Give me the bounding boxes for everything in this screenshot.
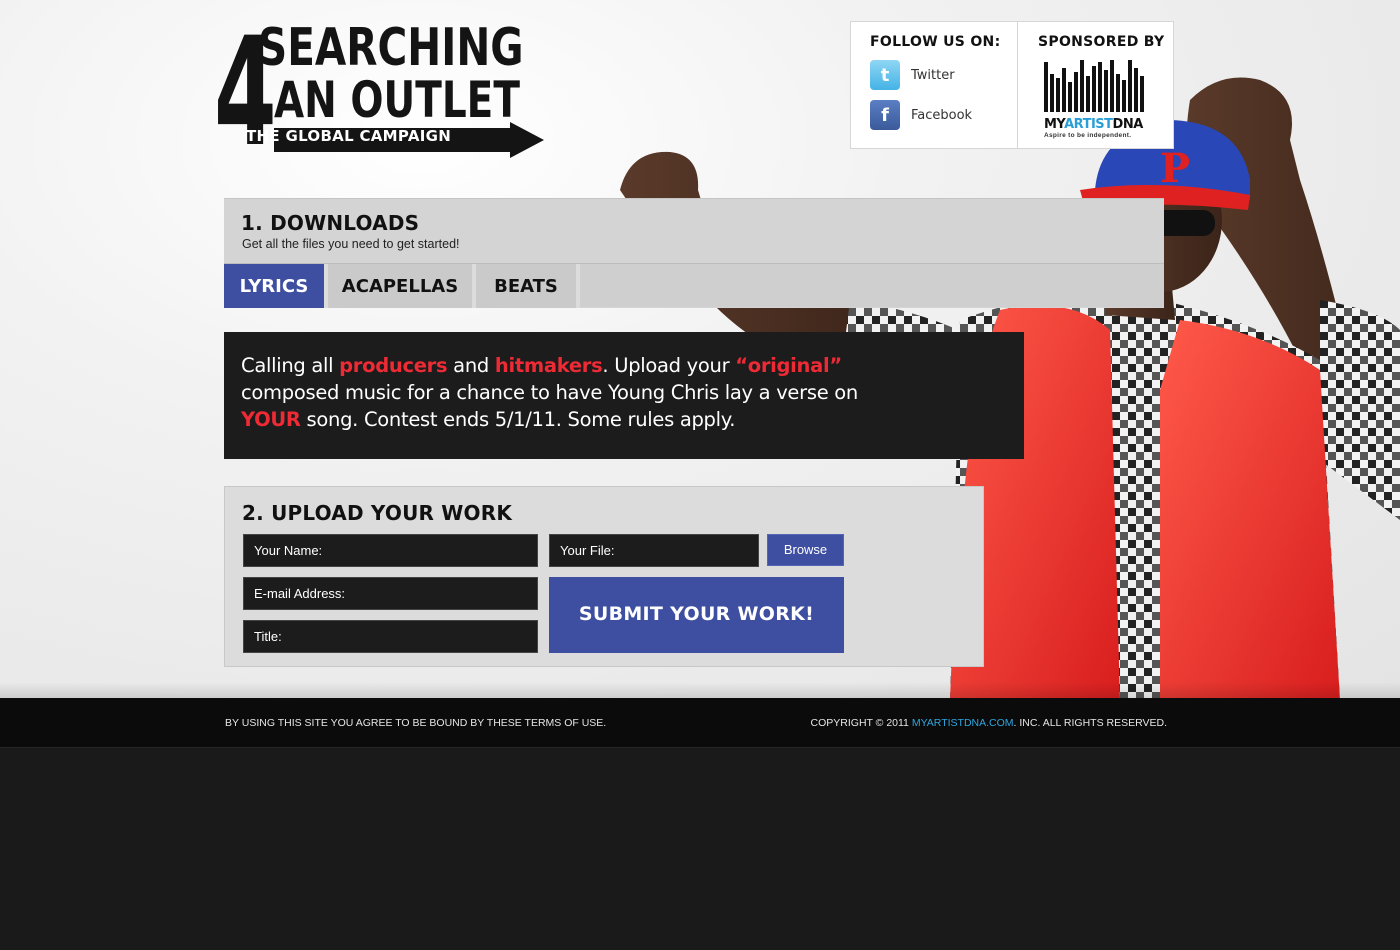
footer: BY USING THIS SITE YOU AGREE TO BE BOUND… [0,698,1400,748]
copyright-notice: COPYRIGHT © 2011 MYARTISTDNA.COM. INC. A… [811,717,1167,729]
downloads-section: 1. DOWNLOADS Get all the files you need … [224,198,1164,308]
promo-text-part: composed music for a chance to have Youn… [241,381,858,404]
contest-promo-banner: Calling all producers and hitmakers. Upl… [224,332,1024,459]
facebook-link[interactable]: f Facebook [870,100,1017,130]
follow-us-panel: FOLLOW US ON: t Twitter f Facebook [851,22,1018,148]
promo-highlight-your: YOUR [241,408,301,431]
title-input[interactable] [243,620,538,653]
downloads-title: 1. DOWNLOADS [241,211,420,235]
logo-line-searching: SEARCHING [258,18,524,78]
follow-heading: FOLLOW US ON: [870,34,1001,50]
sponsor-name-artist: ARTIST [1064,117,1113,132]
svg-text:P: P [1160,145,1190,192]
copyright-suffix: . INC. ALL RIGHTS RESERVED. [1013,717,1167,729]
promo-text-part: Calling all [241,354,340,377]
promo-highlight-hitmakers: hitmakers [494,354,603,377]
upload-section: 2. UPLOAD YOUR WORK Browse SUBMIT YOUR W… [224,486,984,667]
downloads-tabs: LYRICS ACAPELLAS BEATS [224,263,1164,308]
browse-button[interactable]: Browse [767,534,844,566]
submit-work-button[interactable]: SUBMIT YOUR WORK! [549,577,844,653]
email-input[interactable] [243,577,538,610]
copyright-prefix: COPYRIGHT © 2011 [810,717,912,729]
terms-of-use-link[interactable]: BY USING THIS SITE YOU AGREE TO BE BOUND… [225,717,606,729]
sponsor-name-dna: DNA [1112,117,1144,132]
logo-line-an-outlet: AN OUTLET [274,71,520,129]
promo-text-part: and [447,354,495,377]
sponsor-heading: SPONSORED BY [1038,34,1165,50]
promo-text-part: song. Contest ends 5/1/11. Some rules ap… [300,408,736,431]
campaign-logo[interactable]: 4 SEARCHING AN OUTLET THE GLOBAL CAMPAIG… [214,18,549,170]
logo-line-global-campaign: THE GLOBAL CAMPAIGN [246,127,452,145]
facebook-label[interactable]: Facebook [911,108,972,123]
myartistdna-link[interactable]: MYARTISTDNA.COM [912,717,1014,729]
sponsor-tagline: Aspire to be independent. [1044,132,1132,139]
sponsor-panel[interactable]: SPONSORED BY MYARTISTDNA Aspire to be in… [1018,22,1173,148]
sponsor-name-my: MY [1044,117,1065,132]
social-sponsor-box: FOLLOW US ON: t Twitter f Facebook SPONS… [850,21,1174,149]
tab-beats[interactable]: BEATS [476,264,580,308]
downloads-subtitle: Get all the files you need to get starte… [242,237,460,251]
promo-text-part: . Upload your [602,354,736,377]
promo-highlight-original: “original” [735,354,842,377]
tab-lyrics[interactable]: LYRICS [224,264,328,308]
promo-highlight-producers: producers [339,354,448,377]
sponsor-logo-name: MYARTISTDNA [1044,117,1173,132]
name-input[interactable] [243,534,538,567]
file-input[interactable] [549,534,759,567]
sponsor-logo-equalizer-icon [1044,60,1173,112]
promo-text: Calling all producers and hitmakers. Upl… [241,352,901,433]
twitter-label[interactable]: Twitter [911,68,955,83]
twitter-link[interactable]: t Twitter [870,60,1017,90]
page-header-area: 4 SEARCHING AN OUTLET THE GLOBAL CAMPAIG… [0,0,1400,698]
twitter-icon[interactable]: t [870,60,900,90]
facebook-icon[interactable]: f [870,100,900,130]
tab-acapellas[interactable]: ACAPELLAS [328,264,476,308]
upload-title: 2. UPLOAD YOUR WORK [242,501,513,525]
